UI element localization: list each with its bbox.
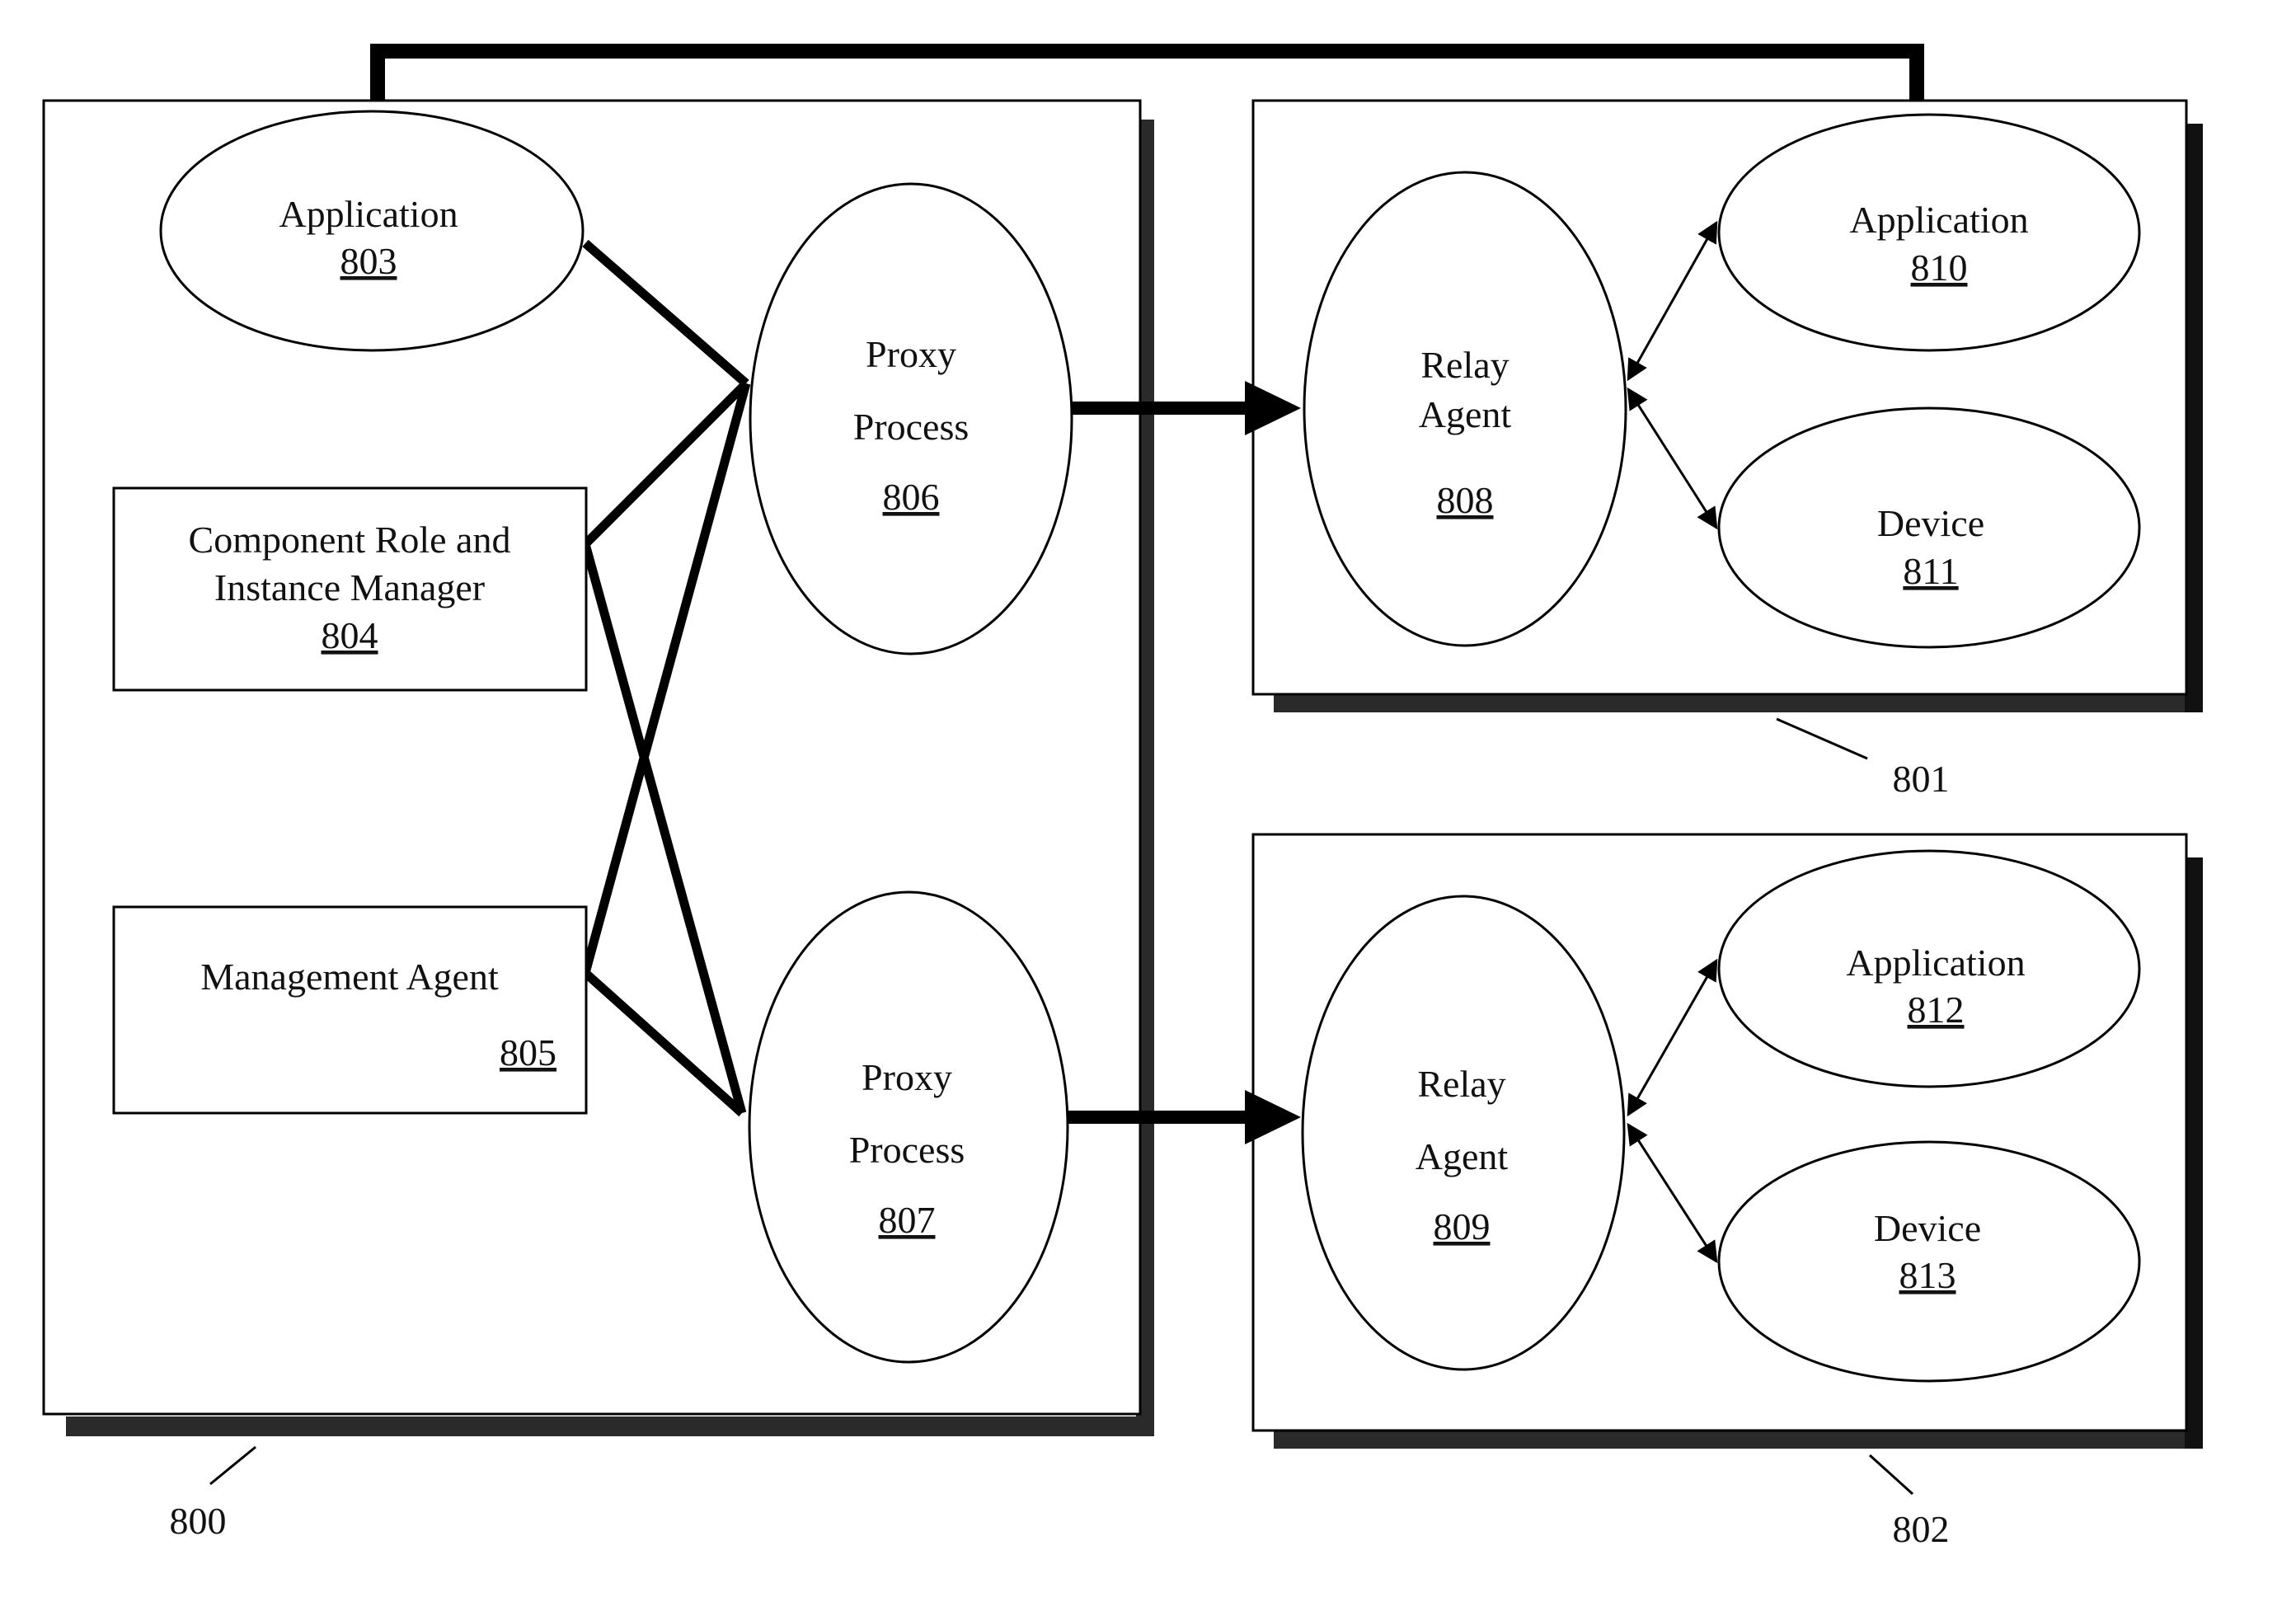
node-number: 806 (883, 476, 940, 518)
ref-label: 801 (1893, 758, 1950, 800)
node-label-line-1: Proxy (862, 1056, 952, 1098)
node-label-line-2: Agent (1419, 393, 1512, 435)
container-801-shadow-bottom (1274, 693, 2201, 712)
node-number: 810 (1911, 247, 1968, 289)
node-number: 812 (1908, 989, 1965, 1031)
leader-line (209, 1445, 256, 1486)
node-label: Application (279, 193, 458, 235)
node-device-811[interactable]: Device 811 (1717, 406, 2141, 649)
ref-802: 802 (1868, 1454, 1950, 1550)
ref-800: 800 (170, 1445, 256, 1542)
node-number: 809 (1434, 1205, 1491, 1247)
node-number: 807 (879, 1199, 936, 1241)
node-label: Device (1874, 1207, 1981, 1249)
node-label-line-2: Agent (1416, 1135, 1509, 1177)
container-800-shadow-bottom (66, 1416, 1154, 1436)
ref-label: 800 (170, 1500, 227, 1542)
node-label-line-2: Process (853, 406, 970, 448)
node-label-line-1: Proxy (866, 333, 956, 375)
node-proxy-process-807[interactable]: Proxy Process 807 (748, 890, 1069, 1364)
node-number: 803 (340, 240, 397, 282)
node-application-812[interactable]: Application 812 (1717, 849, 2141, 1088)
node-label: Device (1877, 502, 1984, 544)
node-application-803[interactable]: Application 803 (159, 110, 585, 352)
node-number: 804 (322, 614, 378, 656)
node-label-line-2: Instance Manager (214, 566, 485, 608)
node-ellipse (748, 890, 1069, 1364)
node-relay-agent-808[interactable]: Relay Agent 808 (1303, 171, 1627, 647)
ref-801: 801 (1776, 717, 1950, 800)
node-label: Application (1846, 942, 2025, 984)
node-application-810[interactable]: Application 810 (1717, 113, 2141, 352)
leader-line (1868, 1454, 1914, 1496)
node-management-agent-805[interactable]: Management Agent 805 (112, 905, 588, 1115)
node-ellipse (1301, 895, 1626, 1371)
top-bracket-connector (370, 44, 1924, 101)
node-label-line-2: Process (849, 1129, 965, 1171)
node-device-813[interactable]: Device 813 (1717, 1140, 2141, 1383)
node-relay-agent-809[interactable]: Relay Agent 809 (1301, 895, 1626, 1371)
node-proxy-process-806[interactable]: Proxy Process 806 (749, 182, 1073, 655)
node-label-line-1: Relay (1420, 344, 1509, 386)
node-number: 811 (1903, 550, 1958, 592)
diagram-canvas: Application 803 Component Role and Insta… (42, 44, 2203, 1550)
node-label: Management Agent (200, 956, 499, 998)
node-number: 805 (500, 1031, 556, 1073)
ref-label: 802 (1893, 1508, 1950, 1550)
node-number: 808 (1437, 479, 1494, 521)
leader-line (1776, 717, 1868, 760)
node-label-line-1: Component Role and (189, 519, 511, 561)
node-label-line-1: Relay (1417, 1063, 1505, 1105)
node-label: Application (1849, 199, 2028, 241)
node-number: 813 (1899, 1254, 1956, 1296)
node-box (112, 905, 588, 1115)
node-component-role-instance-manager-804[interactable]: Component Role and Instance Manager 804 (112, 486, 588, 692)
container-802-shadow-bottom (1274, 1429, 2201, 1449)
